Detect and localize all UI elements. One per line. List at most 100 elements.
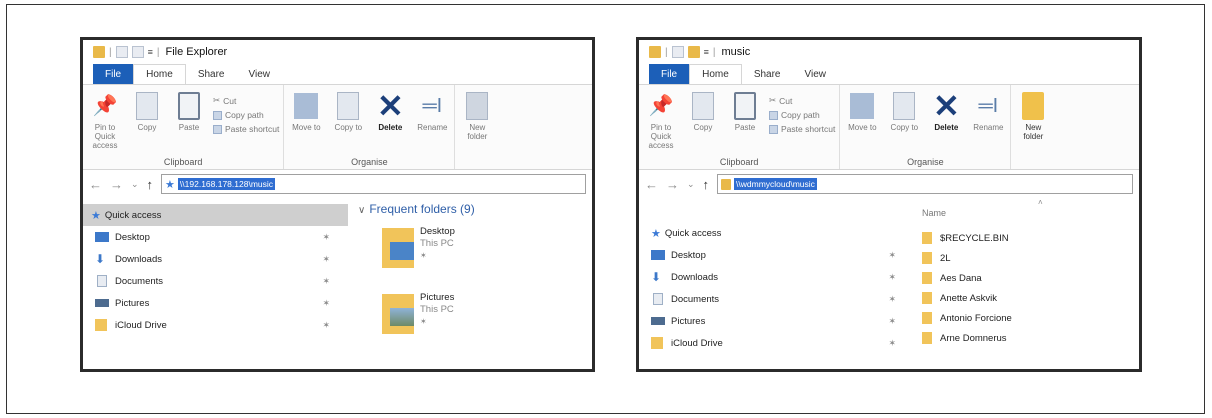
list-item[interactable]: Arne Domnerus [914,328,1139,348]
new-folder-quick-icon[interactable] [687,46,700,58]
new-folder-quick-icon[interactable] [131,46,144,58]
back-arrow-icon[interactable]: ← [645,177,658,192]
clipboard-small-actions: ✂ Cut Copy path Paste shortcut [213,89,279,153]
address-input[interactable]: ★ \\192.168.178.128\music [161,174,586,194]
nav-pictures[interactable]: Pictures ✶ [83,292,348,314]
copy-to-button[interactable]: Copy to [886,89,922,153]
separator: | [665,46,668,58]
new-folder-button[interactable]: New folder [1015,89,1051,153]
new-group: New folder [455,85,499,169]
frequent-folders-label: Frequent folders (9) [369,202,475,216]
new-folder-button[interactable]: New folder [459,89,495,153]
name-column-header[interactable]: ˄ Name [914,198,1139,228]
nav-desktop[interactable]: Desktop ✶ [639,244,914,266]
nav-documents[interactable]: Documents ✶ [83,270,348,292]
copy-path-button[interactable]: Copy path [213,110,279,120]
recent-locations-icon[interactable]: ⌄ [687,179,695,190]
star-icon: ★ [91,209,101,222]
paste-button[interactable]: Paste [171,89,207,153]
customize-toolbar-icon[interactable]: ≡ [704,47,709,57]
tile-meta: Desktop This PC ✶ [420,226,455,282]
paste-button[interactable]: Paste [727,89,763,153]
star-icon: ★ [651,227,661,240]
list-item[interactable]: Anette Askvik [914,288,1139,308]
up-arrow-icon[interactable]: ↑ [703,177,710,192]
cut-button[interactable]: ✂ Cut [769,95,835,106]
forward-arrow-icon[interactable]: → [666,177,679,192]
pin-icon[interactable]: ✶ [322,320,330,331]
tab-home[interactable]: Home [689,64,742,84]
cut-label: Cut [779,95,793,106]
pictures-icon [651,317,665,325]
copy-path-button[interactable]: Copy path [769,110,835,120]
nav-quick-access[interactable]: ★ Quick access [639,222,914,244]
paste-shortcut-label: Paste shortcut [781,124,836,134]
pin-icon[interactable]: ✶ [888,294,896,305]
pin-icon[interactable]: ✶ [888,272,896,283]
address-input[interactable]: \\wdmmycloud\music [717,174,1133,194]
pin-icon[interactable]: ✶ [888,250,896,261]
paste-shortcut-button[interactable]: Paste shortcut [213,124,279,134]
content-pane: ∨ Frequent folders (9) Desktop This PC ✶ … [348,198,592,369]
move-to-button[interactable]: Move to [844,89,880,153]
paste-shortcut-button[interactable]: Paste shortcut [769,124,835,134]
delete-button[interactable]: ✕ Delete [372,89,408,153]
folder-tile-pictures[interactable]: Pictures This PC ✶ [382,292,592,348]
nav-desktop[interactable]: Desktop ✶ [83,226,348,248]
sort-caret-icon: ˄ [1038,198,1043,207]
move-to-icon [294,93,319,119]
pin-to-quick-access-button[interactable]: 📌 Pin to Quick access [643,89,679,153]
file-name: Anette Askvik [940,292,998,304]
nav-pictures[interactable]: Pictures ✶ [639,310,914,332]
tab-view[interactable]: View [237,64,283,84]
move-to-button[interactable]: Move to [288,89,324,153]
tab-view[interactable]: View [793,64,839,84]
nav-downloads[interactable]: ⬇ Downloads ✶ [83,248,348,270]
back-arrow-icon[interactable]: ← [89,177,102,192]
pin-icon[interactable]: ✶ [888,338,896,349]
organise-group-label: Organise [351,157,388,167]
ribbon: 📌 Pin to Quick access Copy Paste ✂ Cut Co… [83,84,592,170]
nav-icloud-drive[interactable]: iCloud Drive ✶ [639,332,914,354]
nav-quick-access[interactable]: ★ Quick access [83,204,348,226]
paste-shortcut-label: Paste shortcut [225,124,280,134]
rename-button[interactable]: ═I Rename [970,89,1006,153]
nav-downloads[interactable]: ⬇ Downloads ✶ [639,266,914,288]
nav-documents[interactable]: Documents ✶ [639,288,914,310]
pin-icon[interactable]: ✶ [322,232,330,243]
copy-button[interactable]: Copy [685,89,721,153]
pin-icon[interactable]: ✶ [322,276,330,287]
nav-icloud-drive[interactable]: iCloud Drive ✶ [83,314,348,336]
folder-tile-desktop[interactable]: Desktop This PC ✶ [382,226,592,282]
organise-group: Move to Copy to ✕ Delete ═I Rename Organ… [840,85,1012,169]
forward-arrow-icon[interactable]: → [110,177,123,192]
properties-icon[interactable] [115,46,128,58]
list-item[interactable]: $RECYCLE.BIN [914,228,1139,248]
frequent-folders-header[interactable]: ∨ Frequent folders (9) [358,202,592,216]
copy-button[interactable]: Copy [129,89,165,153]
nav-label: Pictures [115,297,150,309]
pictures-icon [95,299,109,307]
up-arrow-icon[interactable]: ↑ [147,177,154,192]
tab-file[interactable]: File [93,64,134,84]
list-item[interactable]: 2L [914,248,1139,268]
copy-to-button[interactable]: Copy to [330,89,366,153]
customize-toolbar-icon[interactable]: ≡ [148,47,153,57]
recent-locations-icon[interactable]: ⌄ [131,179,139,190]
tab-share[interactable]: Share [186,64,237,84]
pin-to-quick-access-button[interactable]: 📌 Pin to Quick access [87,89,123,153]
cut-button[interactable]: ✂ Cut [213,95,279,106]
pin-icon[interactable]: ✶ [322,254,330,265]
list-item[interactable]: Antonio Forcione [914,308,1139,328]
list-item[interactable]: Aes Dana [914,268,1139,288]
tile-location: This PC [420,238,454,249]
tab-file[interactable]: File [649,64,690,84]
tab-share[interactable]: Share [742,64,793,84]
delete-button[interactable]: ✕ Delete [928,89,964,153]
tab-home[interactable]: Home [133,64,186,84]
pin-icon[interactable]: ✶ [888,316,896,327]
rename-button[interactable]: ═I Rename [414,89,450,153]
pin-icon[interactable]: ✶ [322,298,330,309]
explorer-body: ★ Quick access Desktop ✶ ⬇ Downloads ✶ D… [83,198,592,369]
properties-icon[interactable] [671,46,684,58]
